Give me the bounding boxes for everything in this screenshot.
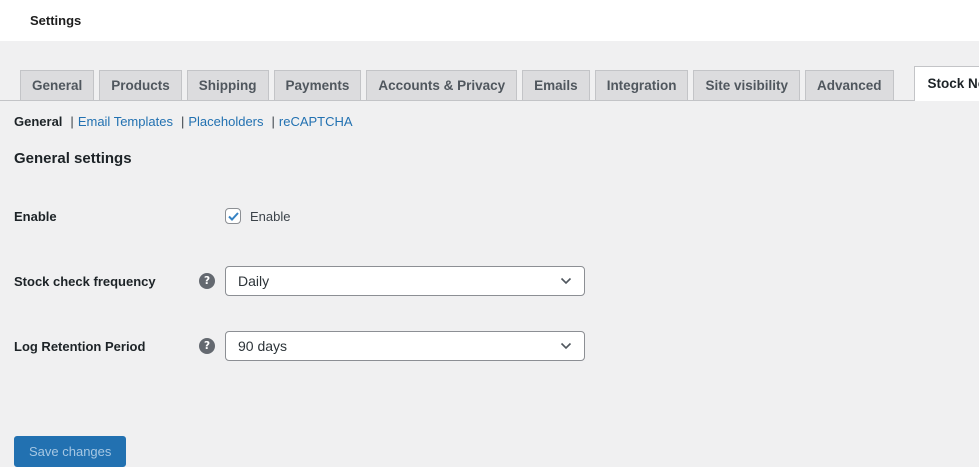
tab-general[interactable]: General: [20, 70, 94, 100]
settings-form: Enable Enable Stock check frequency ?: [14, 201, 979, 361]
log-retention-value: 90 days: [238, 338, 287, 354]
subnav-item-general[interactable]: General: [14, 114, 62, 129]
tab-advanced[interactable]: Advanced: [805, 70, 894, 100]
tab-shipping[interactable]: Shipping: [187, 70, 269, 100]
subnav-item-email-templates[interactable]: Email Templates: [78, 114, 173, 129]
subnav-separator: |: [272, 114, 275, 129]
tab-emails[interactable]: Emails: [522, 70, 590, 100]
field-label-retention: Log Retention Period: [14, 339, 145, 354]
stock-check-frequency-select[interactable]: Daily: [225, 266, 585, 296]
tab-products[interactable]: Products: [99, 70, 182, 100]
settings-page: Settings General Products Shipping Payme…: [0, 0, 979, 453]
field-label-enable: Enable: [14, 209, 57, 224]
page-title: Settings: [30, 13, 81, 28]
field-enable: Enable: [225, 208, 290, 224]
subnav: General | Email Templates | Placeholders…: [14, 114, 979, 129]
tab-accounts-privacy[interactable]: Accounts & Privacy: [366, 70, 517, 100]
help-icon[interactable]: ?: [199, 338, 215, 354]
field-label-retention-wrap: Log Retention Period ?: [14, 338, 225, 354]
field-label-enable-wrap: Enable: [14, 209, 225, 224]
enable-checkbox[interactable]: [225, 208, 241, 224]
chevron-down-icon: [560, 342, 572, 350]
form-row-stock-check-frequency: Stock check frequency ? Daily: [14, 266, 979, 296]
form-row-log-retention: Log Retention Period ? 90 days: [14, 331, 979, 361]
section-heading: General settings: [14, 150, 979, 167]
chevron-down-icon: [560, 277, 572, 285]
subnav-item-placeholders[interactable]: Placeholders: [188, 114, 263, 129]
subnav-item-recaptcha[interactable]: reCAPTCHA: [279, 114, 353, 129]
log-retention-select[interactable]: 90 days: [225, 331, 585, 361]
form-row-enable: Enable Enable: [14, 201, 979, 231]
field-label-frequency-wrap: Stock check frequency ?: [14, 273, 225, 289]
field-label-frequency: Stock check frequency: [14, 274, 156, 289]
tab-stock-notifications[interactable]: Stock Notifications: [914, 66, 979, 101]
enable-checkbox-label: Enable: [250, 209, 290, 224]
subnav-separator: |: [70, 114, 73, 129]
enable-checkbox-wrap[interactable]: Enable: [225, 208, 290, 224]
tab-payments[interactable]: Payments: [274, 70, 362, 100]
admin-header: Settings: [0, 0, 979, 41]
settings-tab-bar: General Products Shipping Payments Accou…: [0, 41, 979, 101]
save-changes-button[interactable]: Save changes: [14, 436, 126, 467]
subnav-separator: |: [181, 114, 184, 129]
tab-site-visibility[interactable]: Site visibility: [693, 70, 800, 100]
tab-integration[interactable]: Integration: [595, 70, 689, 100]
check-icon: [228, 212, 239, 221]
stock-check-frequency-value: Daily: [238, 273, 269, 289]
help-icon[interactable]: ?: [199, 273, 215, 289]
